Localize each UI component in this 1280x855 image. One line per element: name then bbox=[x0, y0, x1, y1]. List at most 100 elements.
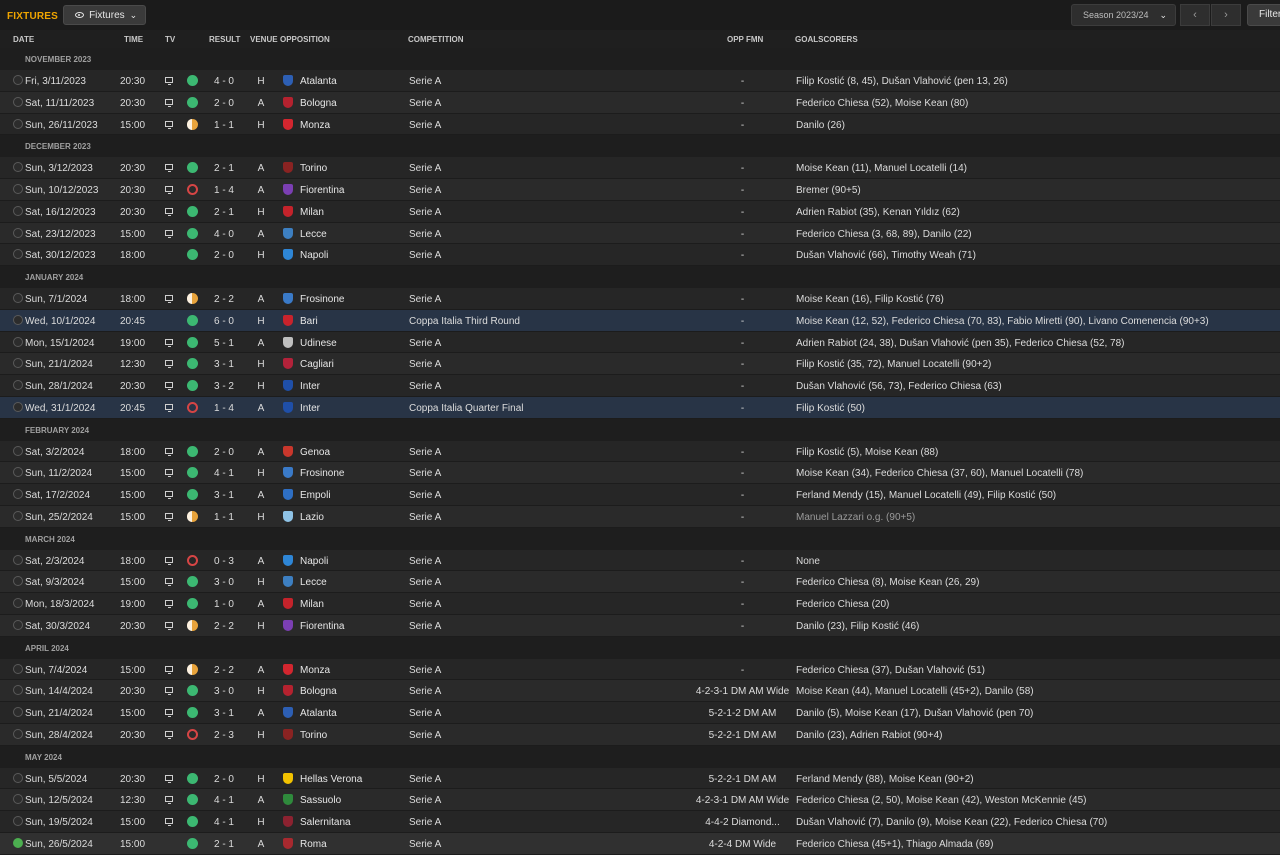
opposition-name[interactable]: Frosinone bbox=[300, 468, 344, 479]
competition-name[interactable]: Serie A bbox=[409, 665, 441, 676]
fixture-score[interactable]: 4 - 0 bbox=[211, 76, 237, 87]
fixture-row[interactable]: Sun, 10/12/2023 20:30 1 - 4 A Fiorentina Seri… bbox=[0, 179, 1280, 201]
fixture-row[interactable]: Sun, 26/5/2024 15:00 2 - 1 A Roma Serie A 4-2-… bbox=[0, 832, 1280, 855]
opposition-name[interactable]: Torino bbox=[300, 163, 327, 174]
fixture-score[interactable]: 2 - 2 bbox=[211, 621, 237, 632]
opposition-name[interactable]: Empoli bbox=[300, 490, 331, 501]
opposition-name[interactable]: Salernitana bbox=[300, 817, 351, 828]
competition-name[interactable]: Serie A bbox=[409, 229, 441, 240]
fixture-row[interactable]: Sun, 21/1/2024 12:30 3 - 1 H Cagliari Serie A… bbox=[0, 353, 1280, 375]
filter-button[interactable]: Filter bbox=[1247, 4, 1280, 26]
competition-name[interactable]: Serie A bbox=[409, 338, 441, 349]
fixture-row[interactable]: Sun, 7/4/2024 15:00 2 - 2 A Monza Serie A - Fed… bbox=[0, 658, 1280, 681]
fixture-row[interactable]: Sun, 19/5/2024 15:00 4 - 1 H Salernitana Seri… bbox=[0, 811, 1280, 833]
fixture-row[interactable]: Sun, 28/1/2024 20:30 3 - 2 H Inter Serie A - Du… bbox=[0, 375, 1280, 397]
competition-name[interactable]: Serie A bbox=[409, 447, 441, 458]
opposition-name[interactable]: Napoli bbox=[300, 556, 328, 567]
opposition-name[interactable]: Atalanta bbox=[300, 708, 337, 719]
fixture-score[interactable]: 1 - 0 bbox=[211, 599, 237, 610]
competition-name[interactable]: Serie A bbox=[409, 686, 441, 697]
fixture-score[interactable]: 2 - 0 bbox=[211, 98, 237, 109]
opposition-name[interactable]: Udinese bbox=[300, 338, 337, 349]
fixture-score[interactable]: 2 - 0 bbox=[211, 250, 237, 261]
view-selector-button[interactable]: Fixtures ⌄ bbox=[63, 5, 147, 25]
opposition-name[interactable]: Inter bbox=[300, 381, 320, 392]
fixture-score[interactable]: 3 - 1 bbox=[211, 708, 237, 719]
fixture-score[interactable]: 1 - 1 bbox=[211, 512, 237, 523]
fixture-row[interactable]: Sat, 30/3/2024 20:30 2 - 2 H Fiorentina Serie… bbox=[0, 614, 1280, 637]
opposition-name[interactable]: Monza bbox=[300, 120, 330, 131]
competition-name[interactable]: Serie A bbox=[409, 294, 441, 305]
opposition-name[interactable]: Monza bbox=[300, 665, 330, 676]
opposition-name[interactable]: Roma bbox=[300, 839, 327, 850]
fixture-score[interactable]: 1 - 1 bbox=[211, 120, 237, 131]
fixture-score[interactable]: 2 - 0 bbox=[211, 447, 237, 458]
competition-name[interactable]: Serie A bbox=[409, 490, 441, 501]
col-opp-fmn[interactable]: OPP FMN bbox=[727, 35, 763, 44]
fixture-row[interactable]: Mon, 15/1/2024 19:00 5 - 1 A Udinese Serie A-… bbox=[0, 331, 1280, 354]
fixture-score[interactable]: 0 - 3 bbox=[211, 556, 237, 567]
col-goalscorers[interactable]: GOALSCORERS bbox=[795, 35, 858, 44]
fixture-score[interactable]: 2 - 2 bbox=[211, 294, 237, 305]
col-venue[interactable]: VENUE bbox=[250, 35, 278, 44]
fixture-row[interactable]: Sat, 23/12/2023 15:00 4 - 0 A Lecce Serie A-F… bbox=[0, 222, 1280, 245]
competition-name[interactable]: Serie A bbox=[409, 185, 441, 196]
opposition-name[interactable]: Fiorentina bbox=[300, 185, 344, 196]
fixture-row[interactable]: Wed, 10/1/2024 20:45 6 - 0 H Bari Coppa Itali… bbox=[0, 309, 1280, 332]
fixture-row[interactable]: Fri, 3/11/2023 20:30 4 - 0 H Atalanta Serie A… bbox=[0, 70, 1280, 92]
competition-name[interactable]: Coppa Italia Third Round bbox=[409, 316, 520, 327]
next-button[interactable]: › bbox=[1211, 4, 1241, 26]
opposition-name[interactable]: Bari bbox=[300, 316, 318, 327]
competition-name[interactable]: Serie A bbox=[409, 359, 441, 370]
fixture-score[interactable]: 2 - 1 bbox=[211, 207, 237, 218]
fixture-row[interactable]: Sat, 3/2/2024 18:00 2 - 0 A Genoa Serie A - Fil… bbox=[0, 440, 1280, 463]
fixture-row[interactable]: Sat, 17/2/2024 15:00 3 - 1 A Empoli Serie A-F… bbox=[0, 484, 1280, 506]
opposition-name[interactable]: Fiorentina bbox=[300, 621, 344, 632]
fixture-row[interactable]: Sat, 16/12/2023 20:30 2 - 1 H Milan Serie A-A… bbox=[0, 200, 1280, 223]
fixture-row[interactable]: Sun, 26/11/2023 15:00 1 - 1 H Monza Serie A-D… bbox=[0, 113, 1280, 136]
fixture-row[interactable]: Sun, 5/5/2024 20:30 2 - 0 H Hellas Verona Ser… bbox=[0, 767, 1280, 790]
competition-name[interactable]: Serie A bbox=[409, 708, 441, 719]
col-result[interactable]: RESULT bbox=[209, 35, 240, 44]
competition-name[interactable]: Serie A bbox=[409, 512, 441, 523]
fixture-row[interactable]: Sun, 11/2/2024 15:00 4 - 1 H Frosinone Serie … bbox=[0, 462, 1280, 484]
opposition-name[interactable]: Hellas Verona bbox=[300, 774, 362, 785]
fixture-score[interactable]: 1 - 4 bbox=[211, 403, 237, 414]
fixture-score[interactable]: 2 - 1 bbox=[211, 163, 237, 174]
col-competition[interactable]: COMPETITION bbox=[408, 35, 464, 44]
fixture-score[interactable]: 3 - 0 bbox=[211, 577, 237, 588]
fixture-score[interactable]: 1 - 4 bbox=[211, 185, 237, 196]
fixture-row[interactable]: Sun, 12/5/2024 12:30 4 - 1 A Sassuolo Serie A… bbox=[0, 789, 1280, 811]
competition-name[interactable]: Serie A bbox=[409, 163, 441, 174]
opposition-name[interactable]: Lazio bbox=[300, 512, 324, 523]
fixture-score[interactable]: 3 - 1 bbox=[211, 359, 237, 370]
opposition-name[interactable]: Milan bbox=[300, 599, 324, 610]
fixture-row[interactable]: Sun, 14/4/2024 20:30 3 - 0 H Bologna Serie A4… bbox=[0, 680, 1280, 702]
competition-name[interactable]: Serie A bbox=[409, 795, 441, 806]
fixture-score[interactable]: 2 - 3 bbox=[211, 730, 237, 741]
col-opposition[interactable]: OPPOSITION bbox=[280, 35, 330, 44]
fixture-row[interactable]: Sat, 9/3/2024 15:00 3 - 0 H Lecce Serie A - Fed… bbox=[0, 571, 1280, 593]
competition-name[interactable]: Serie A bbox=[409, 98, 441, 109]
fixture-row[interactable]: Wed, 31/1/2024 20:45 1 - 4 A Inter Coppa Ital… bbox=[0, 396, 1280, 419]
opposition-name[interactable]: Frosinone bbox=[300, 294, 344, 305]
competition-name[interactable]: Serie A bbox=[409, 817, 441, 828]
fixture-score[interactable]: 4 - 0 bbox=[211, 229, 237, 240]
opposition-name[interactable]: Lecce bbox=[300, 229, 327, 240]
fixture-score[interactable]: 4 - 1 bbox=[211, 795, 237, 806]
fixture-row[interactable]: Sat, 2/3/2024 18:00 0 - 3 A Napoli Serie A - No… bbox=[0, 549, 1280, 572]
col-date[interactable]: DATE bbox=[13, 35, 34, 44]
season-dropdown[interactable]: Season 2023/24 ⌄ bbox=[1071, 4, 1176, 26]
fixture-score[interactable]: 3 - 1 bbox=[211, 490, 237, 501]
fixture-row[interactable]: Sat, 11/11/2023 20:30 2 - 0 A Bologna Serie A… bbox=[0, 91, 1280, 114]
fixture-score[interactable]: 4 - 1 bbox=[211, 817, 237, 828]
fixture-row[interactable]: Sun, 28/4/2024 20:30 2 - 3 H Torino Serie A 5-… bbox=[0, 723, 1280, 746]
opposition-name[interactable]: Bologna bbox=[300, 98, 337, 109]
competition-name[interactable]: Serie A bbox=[409, 468, 441, 479]
opposition-name[interactable]: Torino bbox=[300, 730, 327, 741]
competition-name[interactable]: Serie A bbox=[409, 381, 441, 392]
competition-name[interactable]: Serie A bbox=[409, 730, 441, 741]
col-time[interactable]: TIME bbox=[124, 35, 143, 44]
fixture-score[interactable]: 3 - 0 bbox=[211, 686, 237, 697]
opposition-name[interactable]: Cagliari bbox=[300, 359, 334, 370]
